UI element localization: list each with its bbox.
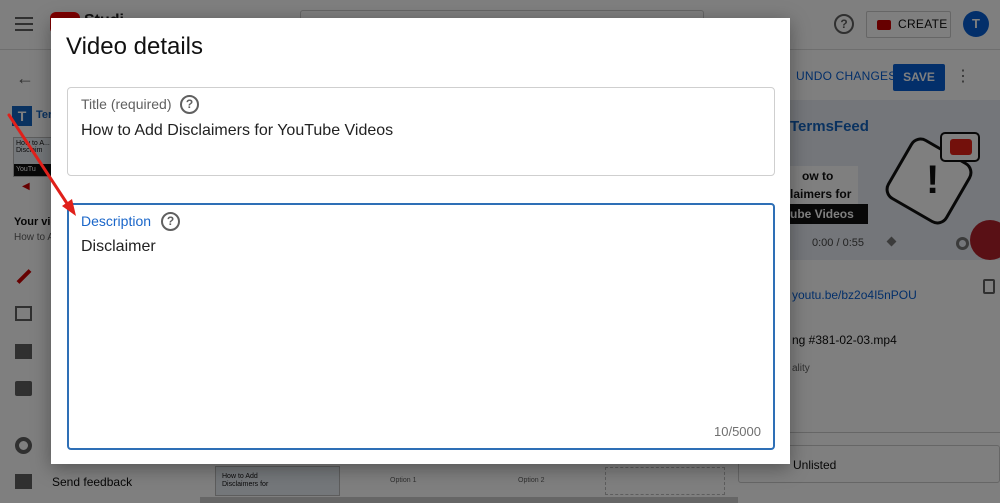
description-help-icon[interactable]: ? <box>161 212 180 231</box>
character-counter: 10/5000 <box>714 424 761 439</box>
dialog-title: Video details <box>66 33 203 60</box>
title-field[interactable]: Title (required) ? How to Add Disclaimer… <box>67 87 775 176</box>
description-field[interactable]: Description ? Disclaimer 10/5000 <box>67 203 775 450</box>
title-label: Title (required) <box>81 96 172 112</box>
video-details-dialog: Video details Title (required) ? How to … <box>51 18 790 464</box>
title-input[interactable]: How to Add Disclaimers for YouTube Video… <box>81 122 393 140</box>
title-help-icon[interactable]: ? <box>180 95 199 114</box>
description-input[interactable]: Disclaimer <box>81 238 156 256</box>
description-label: Description <box>81 213 152 229</box>
